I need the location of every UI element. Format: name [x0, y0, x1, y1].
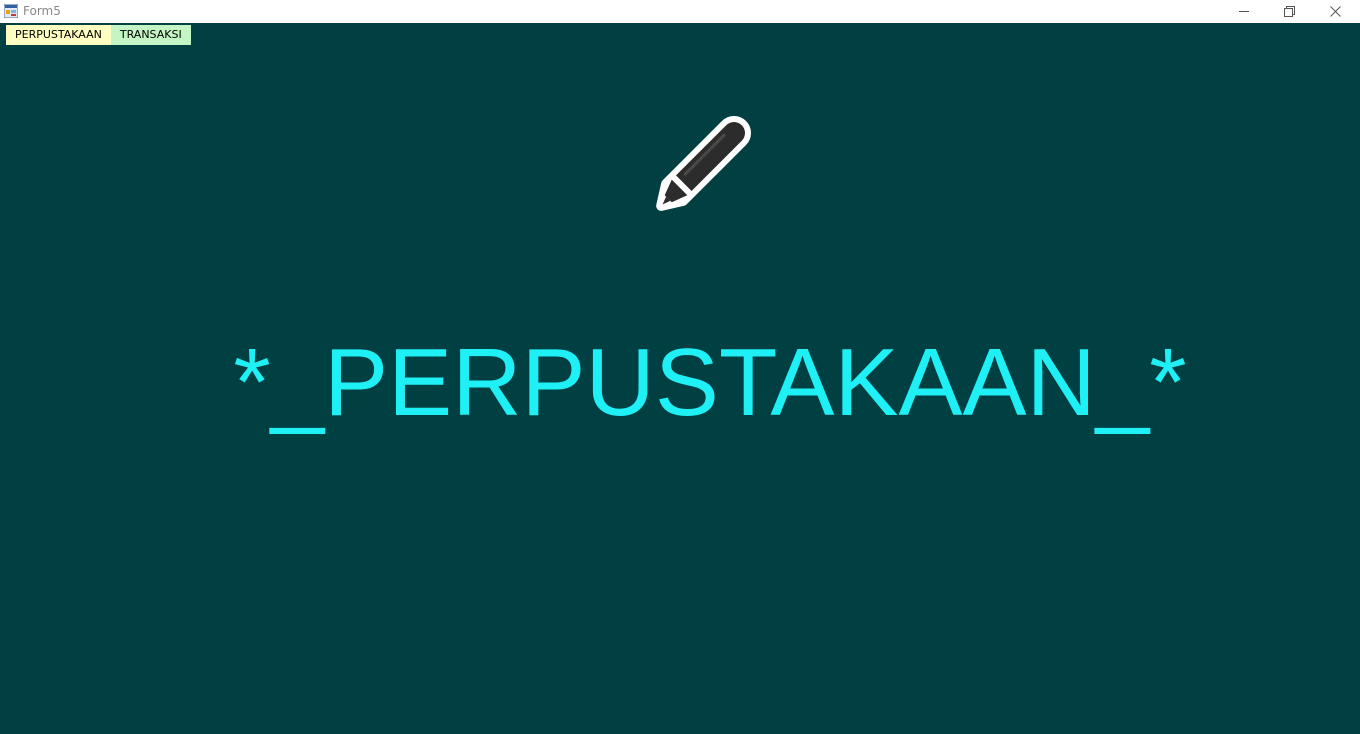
menu-item-perpustakaan[interactable]: PERPUSTAKAAN: [6, 25, 111, 45]
menu-item-transaksi[interactable]: TRANSAKSI: [110, 25, 191, 45]
title-bar: Form5: [0, 0, 1360, 23]
pen-icon: [656, 116, 751, 211]
minimize-icon: [1239, 11, 1249, 12]
restore-icon: [1283, 5, 1295, 17]
window-title: Form5: [23, 4, 61, 18]
form-app-icon: [4, 4, 18, 18]
minimize-button[interactable]: [1222, 0, 1266, 22]
restore-button[interactable]: [1267, 0, 1311, 22]
close-icon: [1329, 5, 1341, 17]
page-heading: *_PERPUSTAKAAN_*: [233, 329, 1187, 436]
close-button[interactable]: [1313, 0, 1357, 22]
menu-bar: PERPUSTAKAAN TRANSAKSI: [6, 25, 191, 45]
